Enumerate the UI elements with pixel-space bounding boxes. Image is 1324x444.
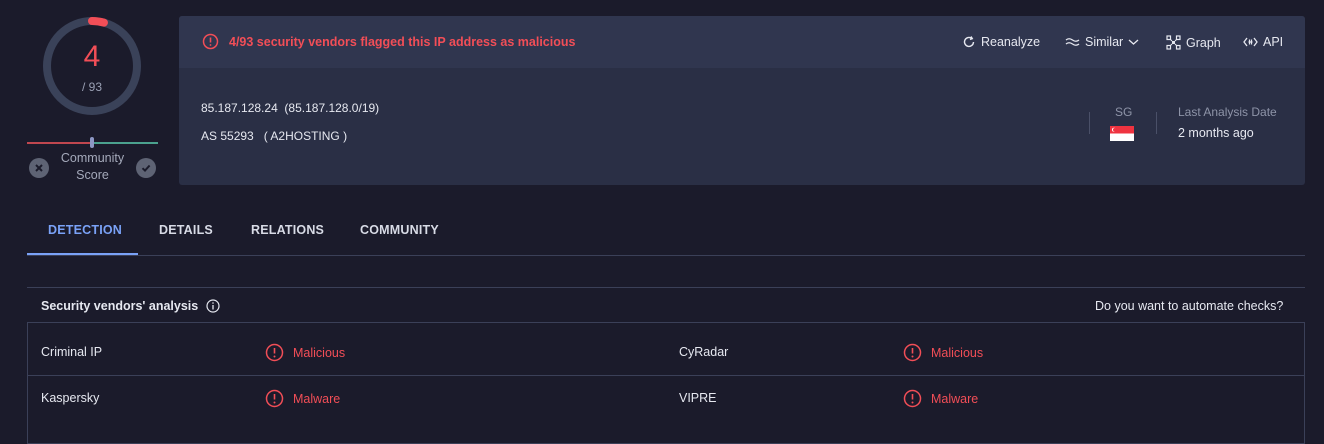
vendor-name: Criminal IP — [41, 345, 103, 359]
vote-harmless-icon[interactable] — [136, 158, 156, 178]
vote-harmful-icon[interactable] — [29, 158, 49, 178]
as-owner[interactable]: ( A2HOSTING ) — [264, 129, 347, 143]
row-divider — [28, 375, 1304, 376]
alert-icon — [265, 343, 284, 362]
community-bar-positive — [93, 142, 158, 144]
vendors-title: Security vendors' analysis — [41, 299, 199, 313]
card-header: 4/93 security vendors flagged this IP ad… — [179, 16, 1305, 68]
info-icon[interactable] — [206, 299, 220, 313]
graph-button[interactable]: Graph — [1166, 35, 1221, 50]
section-divider — [27, 287, 1305, 288]
detection-total: / 93 — [81, 80, 102, 94]
vendor-result-label: Malware — [931, 391, 979, 406]
last-analysis-value: 2 months ago — [1178, 126, 1254, 140]
refresh-icon — [963, 36, 975, 48]
similar-label: Similar — [1085, 35, 1124, 49]
detection-alert: 4/93 security vendors flagged this IP ad… — [229, 35, 576, 49]
alert-icon — [265, 389, 284, 408]
active-tab-indicator — [27, 253, 138, 255]
divider — [1156, 112, 1157, 134]
community-score-marker — [90, 137, 94, 148]
tab-relations[interactable]: RELATIONS — [251, 223, 324, 237]
api-label: API — [1263, 35, 1284, 49]
alert-icon — [903, 389, 922, 408]
graph-label: Graph — [1186, 35, 1221, 50]
ip-address[interactable]: 85.187.128.24 — [201, 101, 278, 115]
reanalyze-button[interactable]: Reanalyze — [962, 35, 1040, 49]
vendor-result-label: Malicious — [931, 345, 984, 360]
country-code: SG — [1115, 105, 1133, 119]
ip-summary-card: 4/93 security vendors flagged this IP ad… — [179, 16, 1305, 185]
community-score-label: Community Score — [60, 151, 125, 182]
vendor-result: Malware — [903, 389, 978, 408]
vendor-name: CyRadar — [679, 345, 729, 359]
community-bar-negative — [27, 142, 92, 144]
vendor-result: Malicious — [265, 343, 345, 362]
tab-details[interactable]: DETAILS — [159, 223, 213, 237]
last-analysis-label: Last Analysis Date — [1178, 105, 1277, 119]
vendor-result-label: Malicious — [293, 345, 346, 360]
reanalyze-label: Reanalyze — [981, 35, 1041, 49]
api-icon — [1243, 37, 1258, 47]
vendor-result: Malicious — [903, 343, 983, 362]
tab-detection[interactable]: DETECTION — [48, 223, 122, 237]
tabs-divider — [27, 255, 1305, 256]
singapore-flag-icon — [1110, 126, 1134, 141]
chevron-down-icon — [1128, 39, 1139, 45]
vendor-result-label: Malware — [293, 391, 341, 406]
vendor-name: VIPRE — [679, 391, 717, 405]
detection-count: 4 — [83, 40, 101, 73]
as-number[interactable]: AS 55293 — [201, 129, 254, 143]
vendor-name: Kaspersky — [41, 391, 100, 405]
alert-icon — [202, 33, 219, 50]
similar-dropdown[interactable]: Similar — [1065, 35, 1139, 49]
automate-checks-link[interactable]: Do you want to automate checks? — [1095, 299, 1283, 313]
divider — [1089, 112, 1090, 134]
graph-icon — [1166, 35, 1181, 50]
alert-icon — [903, 343, 922, 362]
api-button[interactable]: API — [1243, 35, 1283, 49]
ip-network[interactable]: (85.187.128.0/19) — [284, 101, 379, 115]
as-line: AS 55293 ( A2HOSTING ) — [201, 129, 347, 143]
community-score: Community Score — [27, 136, 158, 186]
ip-address-line: 85.187.128.24 (85.187.128.0/19) — [201, 101, 379, 115]
detection-score-gauge: 4 / 93 — [41, 15, 143, 117]
tab-community[interactable]: COMMUNITY — [360, 223, 439, 237]
vendor-result: Malware — [265, 389, 340, 408]
similar-icon — [1065, 38, 1080, 46]
